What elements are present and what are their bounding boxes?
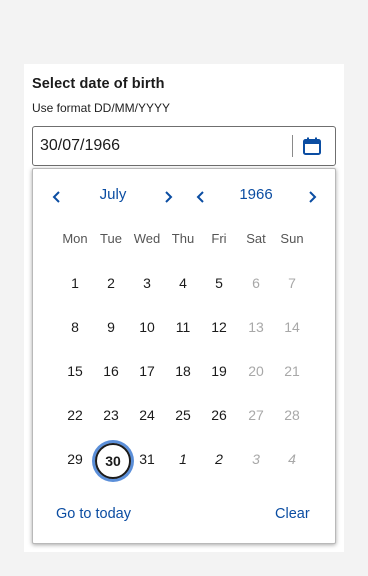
calendar-popup: July 1966 Mon Tue Wed Thu Fri Sat Sun 12345678…: [32, 168, 336, 544]
weekday-label: Sat: [246, 231, 266, 246]
weekday-label: Thu: [171, 231, 195, 246]
calendar-day[interactable]: 17: [129, 353, 165, 389]
calendar-day[interactable]: 21: [274, 353, 310, 389]
weekday-label: Mon: [62, 231, 88, 246]
chevron-left-icon[interactable]: [189, 185, 213, 209]
calendar-day[interactable]: 1: [165, 441, 201, 477]
chevron-right-icon[interactable]: [156, 185, 180, 209]
calendar-day[interactable]: 20: [238, 353, 274, 389]
chevron-left-icon[interactable]: [45, 185, 69, 209]
selected-day[interactable]: 30: [95, 443, 131, 479]
calendar-day[interactable]: 15: [57, 353, 93, 389]
calendar-day[interactable]: 12: [201, 309, 237, 345]
calendar-day[interactable]: 8: [57, 309, 93, 345]
calendar-day[interactable]: 3: [129, 265, 165, 301]
month-label: July: [99, 186, 127, 203]
calendar-day[interactable]: 7: [274, 265, 310, 301]
calendar-day[interactable]: 19: [201, 353, 237, 389]
calendar-day[interactable]: 5: [201, 265, 237, 301]
chevron-right-icon[interactable]: [300, 185, 324, 209]
field-label: Select date of birth: [32, 76, 165, 92]
calendar-day[interactable]: 10: [129, 309, 165, 345]
weekday-label: Wed: [133, 231, 161, 246]
input-divider: [292, 135, 293, 157]
calendar-day[interactable]: 29: [57, 441, 93, 477]
calendar-day[interactable]: 13: [238, 309, 274, 345]
weekday-label: Fri: [211, 231, 227, 246]
year-label: 1966: [239, 186, 273, 203]
calendar-day[interactable]: 26: [201, 397, 237, 433]
calendar-day[interactable]: 31: [129, 441, 165, 477]
clear-button[interactable]: Clear: [275, 506, 310, 522]
calendar-day[interactable]: 27: [238, 397, 274, 433]
calendar-day[interactable]: 2: [201, 441, 237, 477]
calendar-day[interactable]: 4: [274, 441, 310, 477]
weekday-label: Tue: [100, 231, 122, 246]
calendar-day[interactable]: 18: [165, 353, 201, 389]
calendar-day[interactable]: 11: [165, 309, 201, 345]
calendar-day[interactable]: 24: [129, 397, 165, 433]
calendar-day[interactable]: 2: [93, 265, 129, 301]
calendar-day[interactable]: 1: [57, 265, 93, 301]
calendar-icon[interactable]: [301, 135, 323, 157]
weekday-label: Sun: [280, 231, 304, 246]
go-to-today-button[interactable]: Go to today: [56, 506, 131, 522]
calendar-day[interactable]: 16: [93, 353, 129, 389]
calendar-day[interactable]: 25: [165, 397, 201, 433]
calendar-day[interactable]: 28: [274, 397, 310, 433]
calendar-day[interactable]: 9: [93, 309, 129, 345]
calendar-day[interactable]: 14: [274, 309, 310, 345]
date-input[interactable]: 30/07/1966: [32, 126, 336, 166]
date-input-value[interactable]: 30/07/1966: [40, 137, 120, 155]
field-hint: Use format DD/MM/YYYY: [32, 101, 171, 115]
calendar-day[interactable]: 23: [93, 397, 129, 433]
calendar-day[interactable]: 22: [57, 397, 93, 433]
calendar-day[interactable]: 6: [238, 265, 274, 301]
calendar-day[interactable]: 3: [238, 441, 274, 477]
calendar-day[interactable]: 4: [165, 265, 201, 301]
